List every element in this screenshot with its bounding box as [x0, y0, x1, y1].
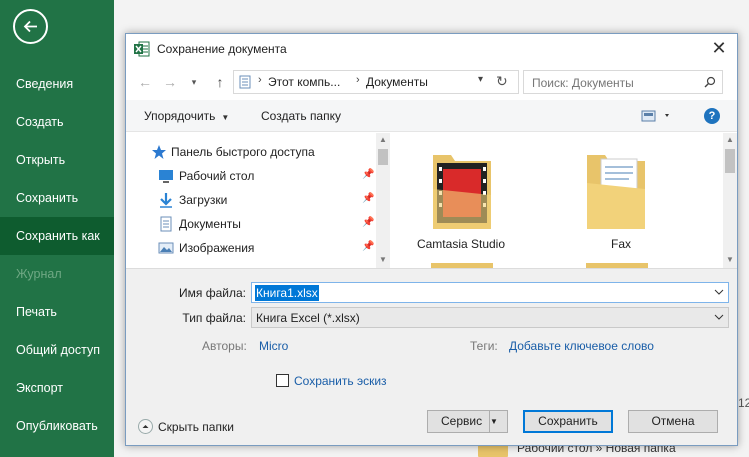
back-arrow-icon — [23, 20, 37, 33]
tags-input[interactable]: Добавьте ключевое слово — [509, 339, 654, 353]
backstage-save-as[interactable]: Сохранить как — [0, 217, 114, 255]
pin-icon[interactable]: 📌 — [362, 169, 374, 180]
chevron-right-icon[interactable]: › — [356, 74, 360, 86]
fax-folder-icon — [587, 155, 645, 229]
back-button[interactable] — [13, 9, 48, 44]
hide-folders-label: Скрыть папки — [158, 420, 234, 434]
tools-label: Сервис — [441, 414, 483, 428]
address-segment-documents[interactable]: Документы — [366, 75, 428, 89]
save-button[interactable]: Сохранить — [523, 410, 613, 433]
scroll-thumb[interactable] — [378, 149, 388, 165]
filename-label: Имя файла: — [179, 286, 246, 300]
desktop-icon — [159, 170, 173, 183]
view-icon — [641, 110, 669, 122]
filename-field[interactable]: Книга1.xlsx — [251, 282, 729, 303]
scroll-down-icon[interactable]: ▼ — [376, 255, 390, 264]
scroll-down-icon[interactable]: ▼ — [723, 255, 737, 264]
chevron-up-icon — [138, 419, 153, 434]
camtasia-folder-icon — [433, 155, 491, 229]
nav-item-label: Документы — [179, 217, 241, 231]
filetype-select[interactable]: Книга Excel (*.xlsx) — [251, 307, 729, 328]
tags-label: Теги: — [470, 339, 498, 353]
save-thumbnail-label[interactable]: Сохранить эскиз — [294, 374, 387, 388]
caret-down-icon[interactable]: ▼ — [489, 411, 507, 432]
file-name: Camtasia Studio — [416, 237, 506, 251]
file-list: Camtasia Studio Fax ▲ ▼ — [391, 133, 737, 268]
documents-location-icon — [239, 75, 251, 89]
view-options-button[interactable] — [641, 109, 673, 123]
star-icon — [152, 145, 166, 159]
save-form: Имя файла: Книга1.xlsx Тип файла: Книга … — [126, 268, 737, 445]
dialog-toolbar: Упорядочить ▼ Создать папку ? — [126, 100, 737, 132]
dialog-titlebar[interactable]: Сохранение документа ✕ — [126, 34, 737, 64]
filetype-label: Тип файла: — [182, 311, 246, 325]
backstage-sidebar: Сведения Создать Открыть Сохранить Сохра… — [0, 0, 114, 457]
close-icon[interactable]: ✕ — [709, 39, 729, 59]
scroll-up-icon[interactable]: ▲ — [723, 135, 737, 144]
backstage-new[interactable]: Создать — [0, 103, 114, 141]
help-icon[interactable]: ? — [704, 108, 720, 124]
nav-item-label: Рабочий стол — [179, 169, 255, 183]
backstage-print[interactable]: Печать — [0, 293, 114, 331]
search-placeholder: Поиск: Документы — [532, 76, 634, 90]
nav-item-label: Изображения — [179, 241, 255, 255]
recent-locations-icon[interactable]: ▾ — [184, 72, 204, 92]
up-folder-icon[interactable]: ↑ — [210, 72, 230, 92]
backstage-share[interactable]: Общий доступ — [0, 331, 114, 369]
nav-item-label: Загрузки — [179, 193, 228, 207]
address-bar[interactable]: › Этот компь... › Документы ▾ ↻ — [233, 70, 519, 94]
pin-icon[interactable]: 📌 — [362, 217, 374, 228]
backstage-save[interactable]: Сохранить — [0, 179, 114, 217]
background-partial-number: 12 — [738, 396, 749, 410]
filename-value: Книга1.xlsx — [255, 285, 319, 301]
cancel-button[interactable]: Отмена — [628, 410, 718, 433]
chevron-down-icon — [714, 314, 724, 320]
organize-button[interactable]: Упорядочить ▼ — [144, 109, 229, 123]
search-input[interactable]: Поиск: Документы — [523, 70, 723, 94]
backstage-publish[interactable]: Опубликовать — [0, 407, 114, 445]
caret-down-icon: ▼ — [221, 113, 230, 122]
organize-label: Упорядочить — [144, 109, 216, 123]
pictures-icon — [158, 242, 174, 254]
scroll-thumb[interactable] — [725, 149, 735, 173]
tools-button[interactable]: Сервис ▼ — [427, 410, 508, 433]
pin-icon[interactable]: 📌 — [362, 241, 374, 252]
backstage-open[interactable]: Открыть — [0, 141, 114, 179]
navigation-pane: Панель быстрого доступа Рабочий стол 📌 З… — [126, 133, 390, 268]
forward-nav-icon[interactable]: → — [160, 72, 180, 92]
filetype-value: Книга Excel (*.xlsx) — [256, 311, 360, 325]
file-name: Fax — [610, 237, 631, 251]
pin-icon[interactable]: 📌 — [362, 193, 374, 204]
save-thumbnail-checkbox[interactable] — [276, 374, 289, 387]
file-tile-camtasia[interactable]: Camtasia Studio — [391, 133, 531, 268]
dialog-title: Сохранение документа — [157, 42, 287, 56]
file-tile-fax[interactable]: Fax — [551, 133, 691, 268]
search-icon — [704, 76, 716, 88]
authors-value[interactable]: Micro — [259, 339, 288, 353]
authors-label: Авторы: — [202, 339, 247, 353]
chevron-right-icon[interactable]: › — [258, 74, 262, 86]
save-dialog: Сохранение документа ✕ ← → ▾ ↑ › Этот ко… — [125, 33, 738, 446]
scroll-up-icon[interactable]: ▲ — [376, 135, 390, 144]
new-folder-button[interactable]: Создать папку — [261, 109, 341, 123]
nav-quick-access-label: Панель быстрого доступа — [171, 145, 315, 159]
backstage-export[interactable]: Экспорт — [0, 369, 114, 407]
files-scrollbar[interactable]: ▲ ▼ — [723, 133, 737, 268]
nav-scrollbar[interactable]: ▲ ▼ — [376, 133, 390, 268]
backstage-history: Журнал — [16, 267, 62, 281]
excel-icon — [134, 41, 150, 57]
chevron-down-icon[interactable] — [714, 287, 724, 297]
back-nav-icon[interactable]: ← — [135, 72, 155, 92]
refresh-icon[interactable]: ↻ — [496, 73, 508, 90]
backstage-info[interactable]: Сведения — [0, 65, 114, 103]
address-segment-this-pc[interactable]: Этот компь... — [268, 75, 340, 89]
chevron-down-icon[interactable]: ▾ — [478, 74, 483, 85]
documents-icon — [160, 216, 172, 232]
downloads-icon — [160, 193, 172, 208]
